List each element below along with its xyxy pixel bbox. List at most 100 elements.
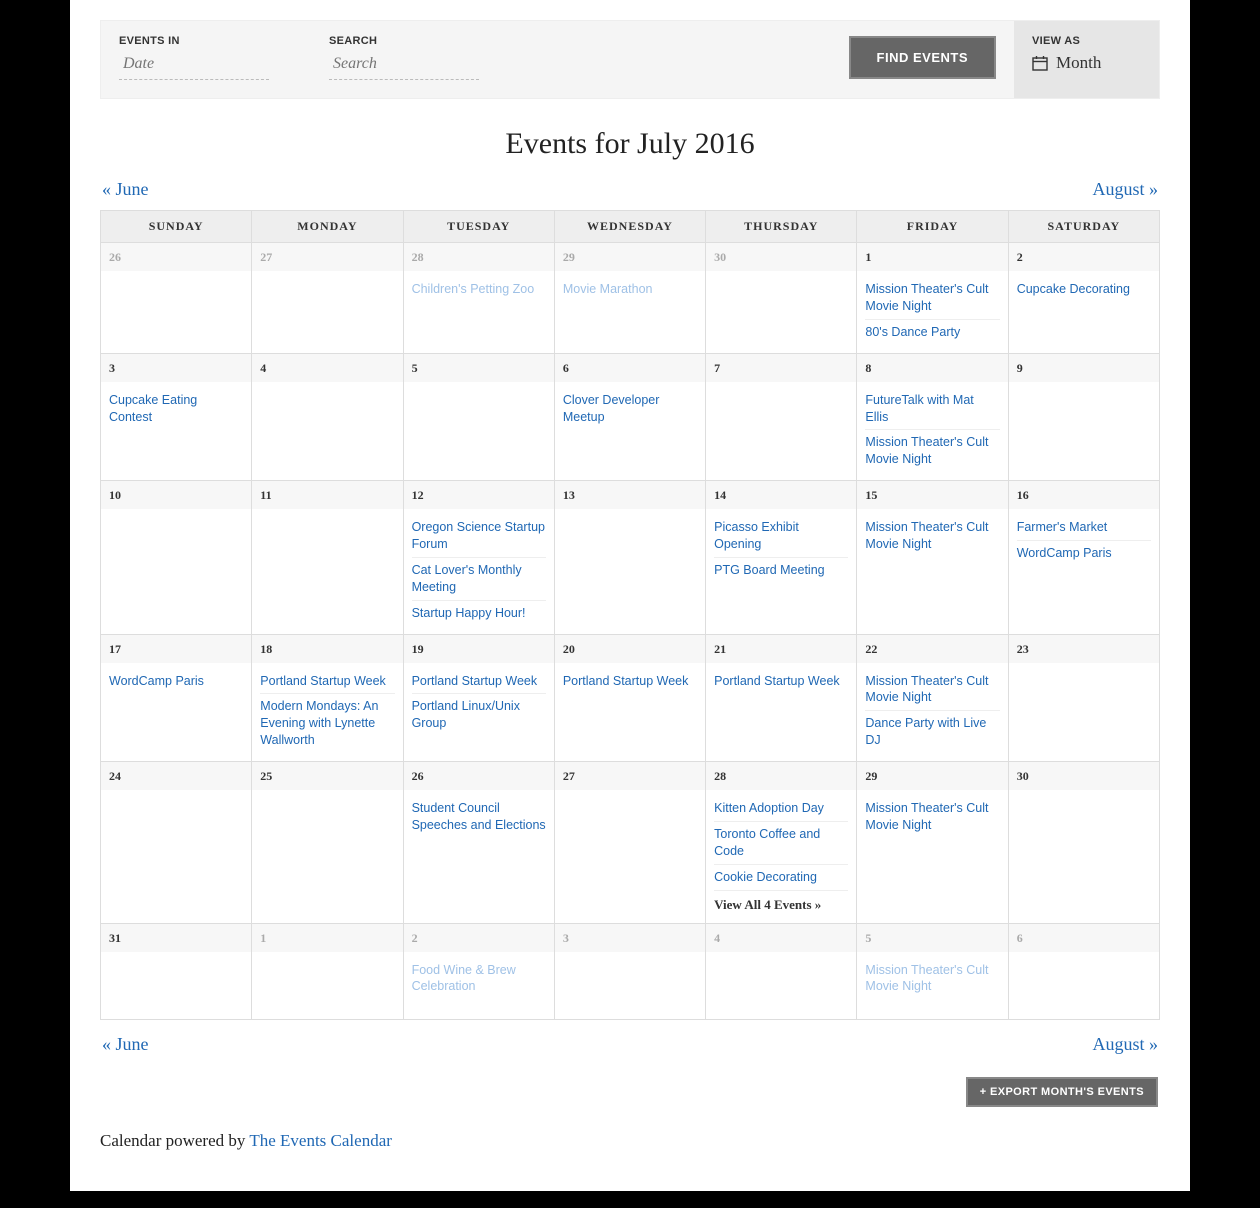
event-link[interactable]: Oregon Science Startup Forum xyxy=(412,515,546,558)
find-events-button[interactable]: FIND EVENTS xyxy=(849,36,996,79)
calendar-day[interactable]: 27 xyxy=(554,762,705,924)
event-link[interactable]: WordCamp Paris xyxy=(1017,541,1151,566)
calendar-day[interactable]: 28Children's Petting Zoo xyxy=(403,243,554,354)
day-number: 15 xyxy=(865,488,877,502)
event-link[interactable]: Portland Startup Week xyxy=(412,669,546,695)
event-link[interactable]: Farmer's Market xyxy=(1017,515,1151,541)
calendar-day[interactable]: 15 Mission Theater's Cult Movie Night xyxy=(857,481,1008,634)
view-as-label: VIEW AS xyxy=(1032,35,1141,47)
calendar-day[interactable]: 26Student Council Speeches and Elections xyxy=(403,762,554,924)
event-link[interactable]: Startup Happy Hour! xyxy=(412,601,546,626)
event-link[interactable]: Dance Party with Live DJ xyxy=(865,711,999,753)
calendar-day[interactable]: 9 xyxy=(1008,353,1159,481)
day-number: 3 xyxy=(109,361,115,375)
event-link[interactable]: Mission Theater's Cult Movie Night xyxy=(865,277,999,320)
calendar-day[interactable]: 4 xyxy=(252,353,403,481)
event-link[interactable]: Portland Startup Week xyxy=(714,669,848,694)
calendar-day[interactable]: 28 Kitten Adoption DayToronto Coffee and … xyxy=(706,762,857,924)
calendar-day[interactable]: 25 xyxy=(252,762,403,924)
event-link[interactable]: Food Wine & Brew Celebration xyxy=(412,958,546,1000)
calendar-day[interactable]: 5 xyxy=(403,353,554,481)
calendar-day[interactable]: 17WordCamp Paris xyxy=(101,634,252,762)
next-month-link[interactable]: August » xyxy=(1092,179,1158,200)
calendar-day[interactable]: 20 Portland Startup Week xyxy=(554,634,705,762)
view-as-value: Month xyxy=(1056,53,1101,73)
calendar-day[interactable]: 4 xyxy=(706,923,857,1019)
event-link[interactable]: Cupcake Decorating xyxy=(1017,277,1151,302)
event-link[interactable]: Student Council Speeches and Elections xyxy=(412,796,546,838)
event-link[interactable]: Picasso Exhibit Opening xyxy=(714,515,848,558)
calendar-day[interactable]: 3 Cupcake Eating Contest xyxy=(101,353,252,481)
calendar-day[interactable]: 2Cupcake Decorating xyxy=(1008,243,1159,354)
calendar-day[interactable]: 30 xyxy=(706,243,857,354)
event-link[interactable]: Mission Theater's Cult Movie Night xyxy=(865,430,999,472)
calendar-day[interactable]: 24 xyxy=(101,762,252,924)
calendar-day[interactable]: 16Farmer's MarketWordCamp Paris xyxy=(1008,481,1159,634)
calendar-day[interactable]: 1Mission Theater's Cult Movie Night80's … xyxy=(857,243,1008,354)
calendar-day[interactable]: 29Mission Theater's Cult Movie Night xyxy=(857,762,1008,924)
calendar-day[interactable]: 18Portland Startup WeekModern Mondays: A… xyxy=(252,634,403,762)
event-link[interactable]: WordCamp Paris xyxy=(109,669,243,694)
export-button[interactable]: + EXPORT MONTH'S EVENTS xyxy=(966,1077,1158,1107)
event-link[interactable]: Portland Startup Week xyxy=(260,669,394,695)
event-link[interactable]: Portland Linux/Unix Group xyxy=(412,694,546,736)
prev-month-link[interactable]: « June xyxy=(102,179,149,200)
event-link[interactable]: Clover Developer Meetup xyxy=(563,388,697,430)
day-number: 28 xyxy=(714,769,726,783)
view-all-link[interactable]: View All 4 Events » xyxy=(714,891,848,915)
search-input[interactable] xyxy=(329,53,479,80)
calendar-day[interactable]: 31 xyxy=(101,923,252,1019)
event-link[interactable]: PTG Board Meeting xyxy=(714,558,848,583)
event-link[interactable]: Cookie Decorating xyxy=(714,865,848,891)
calendar-day[interactable]: 8FutureTalk with Mat EllisMission Theate… xyxy=(857,353,1008,481)
day-number: 4 xyxy=(260,361,266,375)
day-number: 21 xyxy=(714,642,726,656)
calendar-day[interactable]: 5 Mission Theater's Cult Movie Night xyxy=(857,923,1008,1019)
event-link[interactable]: Cat Lover's Monthly Meeting xyxy=(412,558,546,601)
event-link[interactable]: Portland Startup Week xyxy=(563,669,697,694)
event-link[interactable]: Toronto Coffee and Code xyxy=(714,822,848,865)
event-link[interactable]: Kitten Adoption Day xyxy=(714,796,848,822)
prev-month-link[interactable]: « June xyxy=(102,1034,149,1055)
day-header: SATURDAY xyxy=(1008,211,1159,243)
event-link[interactable]: Cupcake Eating Contest xyxy=(109,388,243,430)
event-link[interactable]: Movie Marathon xyxy=(563,277,697,302)
event-link[interactable]: Mission Theater's Cult Movie Night xyxy=(865,796,999,838)
calendar-day[interactable]: 14Picasso Exhibit OpeningPTG Board Meeti… xyxy=(706,481,857,634)
calendar-day[interactable]: 30 xyxy=(1008,762,1159,924)
calendar-day[interactable]: 23 xyxy=(1008,634,1159,762)
view-as[interactable]: VIEW AS Month xyxy=(1014,21,1159,98)
calendar-day[interactable]: 6 xyxy=(1008,923,1159,1019)
day-number: 31 xyxy=(109,931,121,945)
calendar-day[interactable]: 19 Portland Startup WeekPortland Linux/Un… xyxy=(403,634,554,762)
calendar-day[interactable]: 11 xyxy=(252,481,403,634)
calendar-day[interactable]: 21 Portland Startup Week xyxy=(706,634,857,762)
powered-by-link[interactable]: The Events Calendar xyxy=(249,1131,392,1150)
calendar-day[interactable]: 13 xyxy=(554,481,705,634)
calendar-day[interactable]: 29Movie Marathon xyxy=(554,243,705,354)
date-input[interactable] xyxy=(119,53,269,80)
day-number: 5 xyxy=(865,931,871,945)
calendar-day[interactable]: 10 xyxy=(101,481,252,634)
calendar-day[interactable]: 27 xyxy=(252,243,403,354)
event-link[interactable]: Mission Theater's Cult Movie Night xyxy=(865,515,999,557)
event-link[interactable]: Mission Theater's Cult Movie Night xyxy=(865,669,999,712)
calendar-day[interactable]: 22Mission Theater's Cult Movie NightDanc… xyxy=(857,634,1008,762)
calendar-day[interactable]: 12Oregon Science Startup ForumCat Lover'… xyxy=(403,481,554,634)
next-month-link[interactable]: August » xyxy=(1092,1034,1158,1055)
event-link[interactable]: FutureTalk with Mat Ellis xyxy=(865,388,999,431)
day-number: 20 xyxy=(563,642,575,656)
event-link[interactable]: Mission Theater's Cult Movie Night xyxy=(865,958,999,1000)
calendar-day[interactable]: 26 xyxy=(101,243,252,354)
calendar-day[interactable]: 3 xyxy=(554,923,705,1019)
month-nav-bottom: « June August » xyxy=(102,1034,1158,1055)
day-number: 19 xyxy=(412,642,424,656)
day-number: 6 xyxy=(1017,931,1023,945)
calendar-day[interactable]: 7 xyxy=(706,353,857,481)
calendar-day[interactable]: 2Food Wine & Brew Celebration xyxy=(403,923,554,1019)
event-link[interactable]: Modern Mondays: An Evening with Lynette … xyxy=(260,694,394,753)
event-link[interactable]: Children's Petting Zoo xyxy=(412,277,546,302)
event-link[interactable]: 80's Dance Party xyxy=(865,320,999,345)
calendar-day[interactable]: 1 xyxy=(252,923,403,1019)
calendar-day[interactable]: 6Clover Developer Meetup xyxy=(554,353,705,481)
